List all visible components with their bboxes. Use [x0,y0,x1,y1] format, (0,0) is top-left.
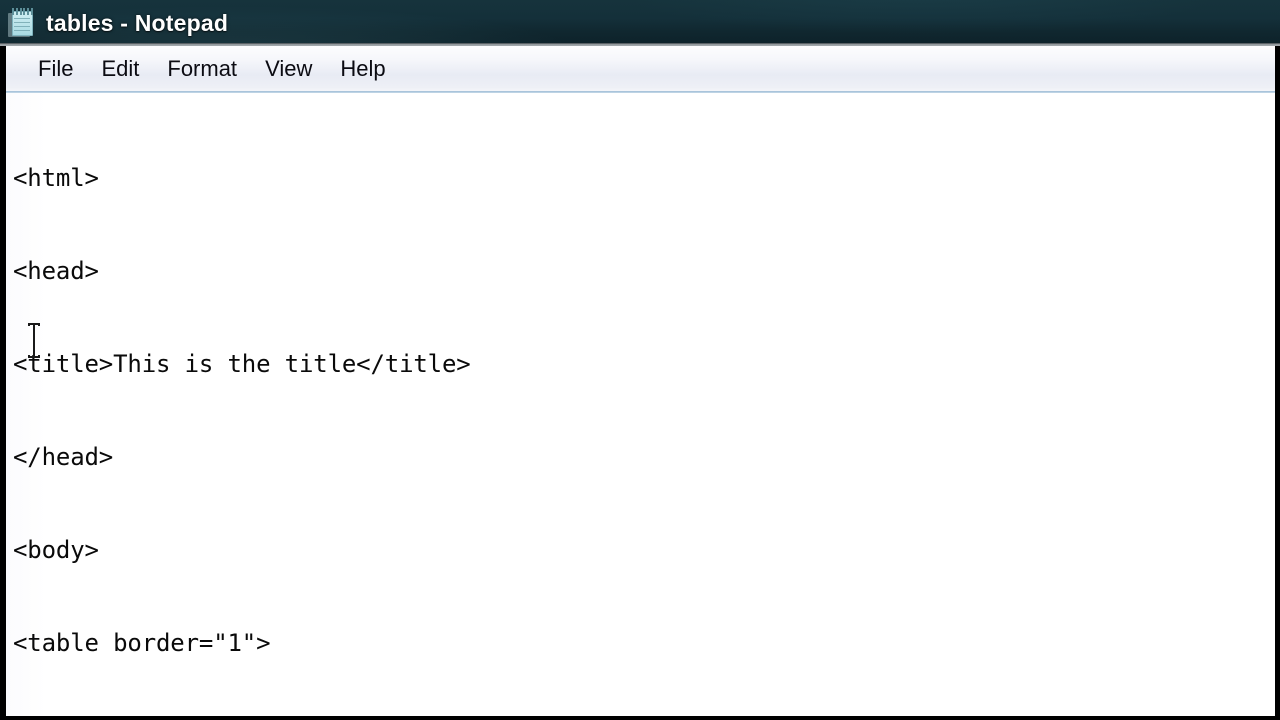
title-bar[interactable]: tables - Notepad [0,0,1280,46]
code-line: </head> [13,442,1275,473]
window-title: tables - Notepad [46,9,229,36]
code-line-text: <table border="1"> [13,629,271,657]
code-line-text: <body> [13,536,99,564]
menu-bar: File Edit Format View Help [0,46,1280,93]
code-line-text: </head> [13,443,114,471]
code-line: <head> [13,256,1275,287]
code-line: <table border="1"> [13,628,1275,659]
menu-item-file[interactable]: File [24,54,87,86]
menu-item-edit[interactable]: Edit [87,54,153,86]
menu-item-help[interactable]: Help [326,54,399,86]
code-line-text: <html> [13,164,99,192]
text-editing-area[interactable]: <html> <head> <title>This is the title</… [0,93,1280,720]
document-text[interactable]: <html> <head> <title>This is the title</… [13,101,1275,716]
code-line: <html> [13,163,1275,194]
menu-item-format[interactable]: Format [153,54,251,86]
menu-item-view[interactable]: View [251,54,326,86]
notepad-window: tables - Notepad File Edit Format View H… [0,0,1280,720]
code-line-text: <title>This is the title</title> [13,350,471,378]
notepad-icon [8,8,36,38]
code-line-text: <head> [13,257,99,285]
code-line: <title>This is the title</title> [13,349,1275,380]
code-line: <body> [13,535,1275,566]
